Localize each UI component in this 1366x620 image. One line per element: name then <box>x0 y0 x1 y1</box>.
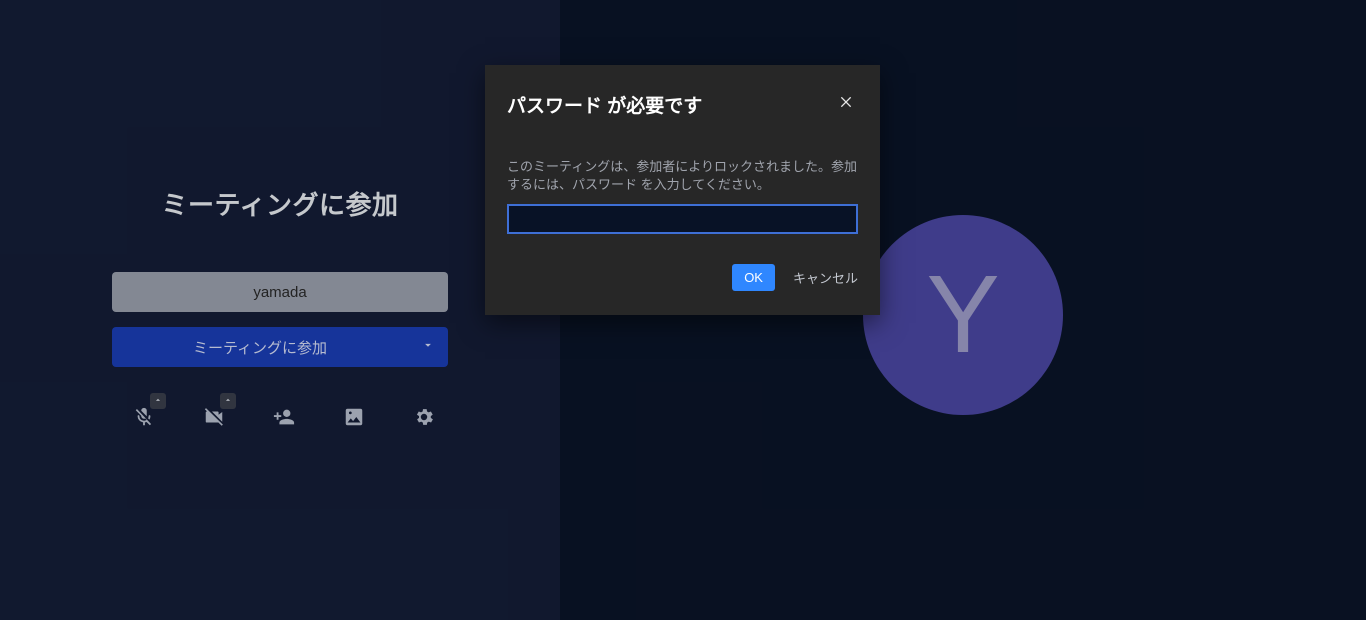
prejoin-toolbar <box>112 407 448 431</box>
mic-muted-icon <box>133 406 155 433</box>
cancel-button[interactable]: キャンセル <box>793 268 858 287</box>
invite-button[interactable] <box>272 407 296 431</box>
ok-button[interactable]: OK <box>732 264 775 291</box>
avatar-letter: Y <box>926 260 999 370</box>
password-dialog: パスワード が必要です このミーティングは、参加者によりロックされました。参加す… <box>485 65 880 315</box>
join-meeting-button[interactable]: ミーティングに参加 <box>112 327 408 367</box>
microphone-options[interactable] <box>150 393 166 409</box>
name-input[interactable] <box>112 272 448 312</box>
add-user-icon <box>273 406 295 433</box>
settings-button[interactable] <box>412 407 436 431</box>
join-button-row: ミーティングに参加 <box>112 327 448 367</box>
gear-icon <box>413 406 435 433</box>
dialog-message: このミーティングは、参加者によりロックされました。参加するには、パスワード を入… <box>507 158 858 194</box>
dialog-header: パスワード が必要です <box>485 65 880 128</box>
prejoin-content: ミーティングに参加 ミーティングに参加 <box>112 185 448 431</box>
dialog-body: このミーティングは、参加者によりロックされました。参加するには、パスワード を入… <box>485 128 880 234</box>
chevron-up-icon <box>223 392 233 410</box>
camera-button[interactable] <box>202 407 226 431</box>
microphone-button[interactable] <box>132 407 156 431</box>
chevron-up-icon <box>153 392 163 410</box>
chevron-down-icon <box>421 338 435 357</box>
camera-off-icon <box>203 406 225 433</box>
close-icon <box>838 94 854 115</box>
camera-options[interactable] <box>220 393 236 409</box>
close-button[interactable] <box>834 93 858 117</box>
avatar: Y <box>863 215 1063 415</box>
prejoin-title: ミーティングに参加 <box>162 185 399 222</box>
dialog-footer: OK キャンセル <box>485 234 880 315</box>
join-options-dropdown[interactable] <box>408 327 448 367</box>
image-icon <box>343 406 365 433</box>
password-input[interactable] <box>507 204 858 234</box>
background-button[interactable] <box>342 407 366 431</box>
prejoin-panel: ミーティングに参加 ミーティングに参加 <box>0 0 560 620</box>
dialog-title: パスワード が必要です <box>507 91 702 118</box>
